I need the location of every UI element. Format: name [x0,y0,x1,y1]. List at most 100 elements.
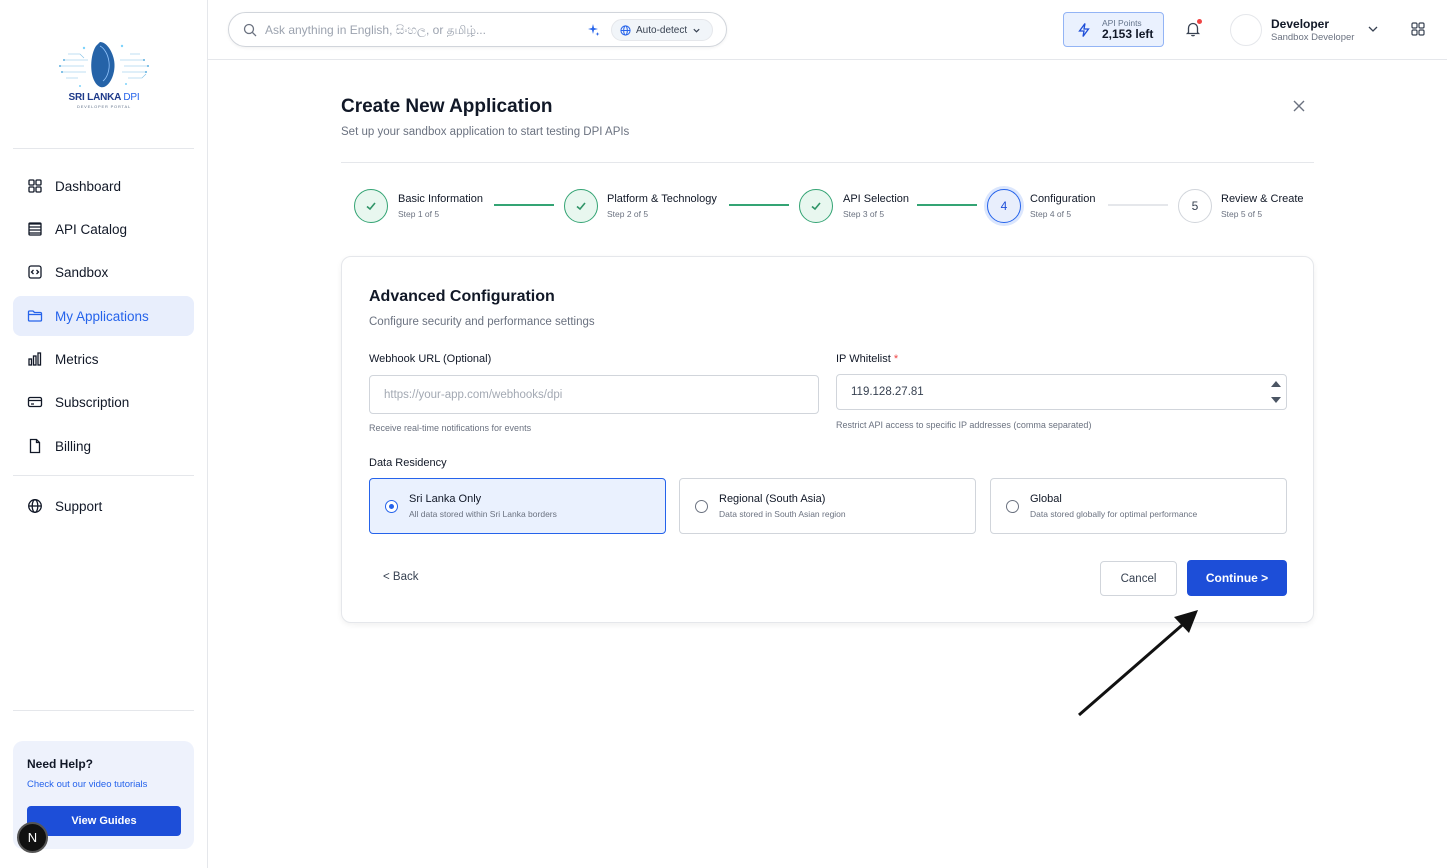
option-title: Global [1030,493,1062,505]
continue-button[interactable]: Continue > [1187,560,1287,596]
radio-button[interactable] [695,500,708,513]
search-input[interactable] [265,22,575,37]
search-bar: Auto-detect [228,12,727,47]
language-label: Auto-detect [636,24,688,36]
step-2-circle[interactable] [564,189,598,223]
notification-dot [1197,19,1202,24]
sidebar-divider [13,710,194,711]
sidebar-item-label: Dashboard [55,178,122,194]
sidebar-item-dashboard[interactable]: Dashboard [13,166,194,206]
sidebar-item-my-applications[interactable]: My Applications [13,296,194,336]
back-button[interactable]: < Back [383,571,418,583]
check-icon [576,202,586,211]
step-5-circle[interactable]: 5 [1178,189,1212,223]
step-2-title: Platform & Technology [607,193,717,205]
step-5-title: Review & Create [1221,193,1304,205]
sidebar-item-label: Sandbox [55,264,109,280]
grid-icon [28,179,42,193]
ip-whitelist-help: Restrict API access to specific IP addre… [836,420,1092,430]
option-subtitle: Data stored in South Asian region [719,509,846,519]
stepper-arrows-icon[interactable] [1270,377,1282,407]
close-icon[interactable] [1291,98,1307,114]
sidebar-item-billing[interactable]: Billing [13,426,194,466]
residency-option-regional[interactable]: Regional (South Asia) Data stored in Sou… [679,478,976,534]
page-divider [341,162,1314,163]
step-connector [1108,204,1168,206]
page-title: Create New Application [341,96,553,117]
sidebar-divider [13,475,194,476]
sidebar-item-api-catalog[interactable]: API Catalog [13,209,194,249]
layers-icon [28,222,42,236]
user-name[interactable]: Developer [1271,17,1329,31]
view-guides-button[interactable]: View Guides [27,806,181,836]
chevron-down-icon [693,28,700,33]
help-title: Need Help? [27,757,94,771]
step-1-subtitle: Step 1 of 5 [398,209,440,219]
step-4-title: Configuration [1030,193,1096,205]
apps-grid-icon[interactable] [1410,21,1426,37]
step-1-title: Basic Information [398,193,483,205]
step-3-circle[interactable] [799,189,833,223]
sidebar-item-label: API Catalog [55,221,128,237]
page-subtitle: Set up your sandbox application to start… [341,126,630,138]
sidebar-item-label: My Applications [55,308,149,324]
sri-lanka-map-icon [59,41,149,87]
search-icon [243,23,257,36]
step-4-circle[interactable]: 4 [987,189,1021,223]
residency-option-sri-lanka[interactable]: Sri Lanka Only All data stored within Sr… [369,478,666,534]
globe-icon [620,24,631,36]
sidebar-item-subscription[interactable]: Subscription [13,382,194,422]
help-subtitle[interactable]: Check out our video tutorials [27,779,180,790]
app-root: SRI LANKA DPI DEVELOPER PORTAL Dashboard… [0,0,1447,868]
sidebar-divider [13,148,194,149]
brand-title: SRI LANKA DPI [68,91,140,103]
step-3-title: API Selection [843,193,910,205]
api-points-badge[interactable]: API Points 2,153 left [1063,12,1164,47]
sidebar-item-label: Metrics [55,351,99,367]
card-title: Advanced Configuration [369,288,555,305]
sidebar: SRI LANKA DPI DEVELOPER PORTAL Dashboard… [0,0,208,868]
step-3-subtitle: Step 3 of 5 [843,209,885,219]
option-title: Regional (South Asia) [719,493,826,505]
step-connector [729,204,789,206]
webhook-help: Receive real-time notifications for even… [369,423,532,433]
user-role: Sandbox Developer [1271,32,1355,43]
ip-whitelist-label: IP Whitelist * [836,353,899,365]
step-connector [917,204,977,206]
avatar[interactable] [1230,14,1262,46]
data-residency-label: Data Residency [369,457,447,469]
code-box-icon [28,265,42,279]
required-mark: * [893,353,899,365]
sidebar-item-metrics[interactable]: Metrics [13,339,194,379]
webhook-label: Webhook URL (Optional) [369,353,492,365]
language-selector[interactable]: Auto-detect [611,19,713,41]
residency-option-global[interactable]: Global Data stored globally for optimal … [990,478,1287,534]
check-icon [811,202,821,211]
brand-subtitle: DEVELOPER PORTAL [77,103,131,109]
bar-chart-icon [28,352,42,366]
ip-whitelist-input[interactable] [836,374,1287,410]
credit-card-icon [27,396,43,408]
api-points-value: 2,153 left [1102,27,1154,41]
check-icon [366,202,376,211]
radio-button[interactable] [385,500,398,513]
card-subtitle: Configure security and performance setti… [369,316,595,328]
webhook-url-input[interactable] [369,375,819,414]
ai-sparkle-icon[interactable] [586,23,600,37]
step-2-subtitle: Step 2 of 5 [607,209,649,219]
sidebar-item-support[interactable]: Support [13,486,194,526]
step-4-subtitle: Step 4 of 5 [1030,209,1072,219]
sidebar-item-label: Support [55,498,103,514]
radio-button[interactable] [1006,500,1019,513]
n-badge[interactable]: N [17,822,48,853]
lightning-icon [1078,22,1090,37]
step-5-subtitle: Step 5 of 5 [1221,209,1263,219]
step-1-circle[interactable] [354,189,388,223]
cancel-button[interactable]: Cancel [1100,561,1177,596]
top-header: Auto-detect API Points 2,153 left Develo… [208,0,1447,60]
globe-icon [28,499,42,513]
brand-logo[interactable]: SRI LANKA DPI DEVELOPER PORTAL [36,24,172,120]
sidebar-item-sandbox[interactable]: Sandbox [13,252,194,292]
sidebar-item-label: Billing [55,438,92,454]
chevron-down-icon[interactable] [1367,23,1379,35]
